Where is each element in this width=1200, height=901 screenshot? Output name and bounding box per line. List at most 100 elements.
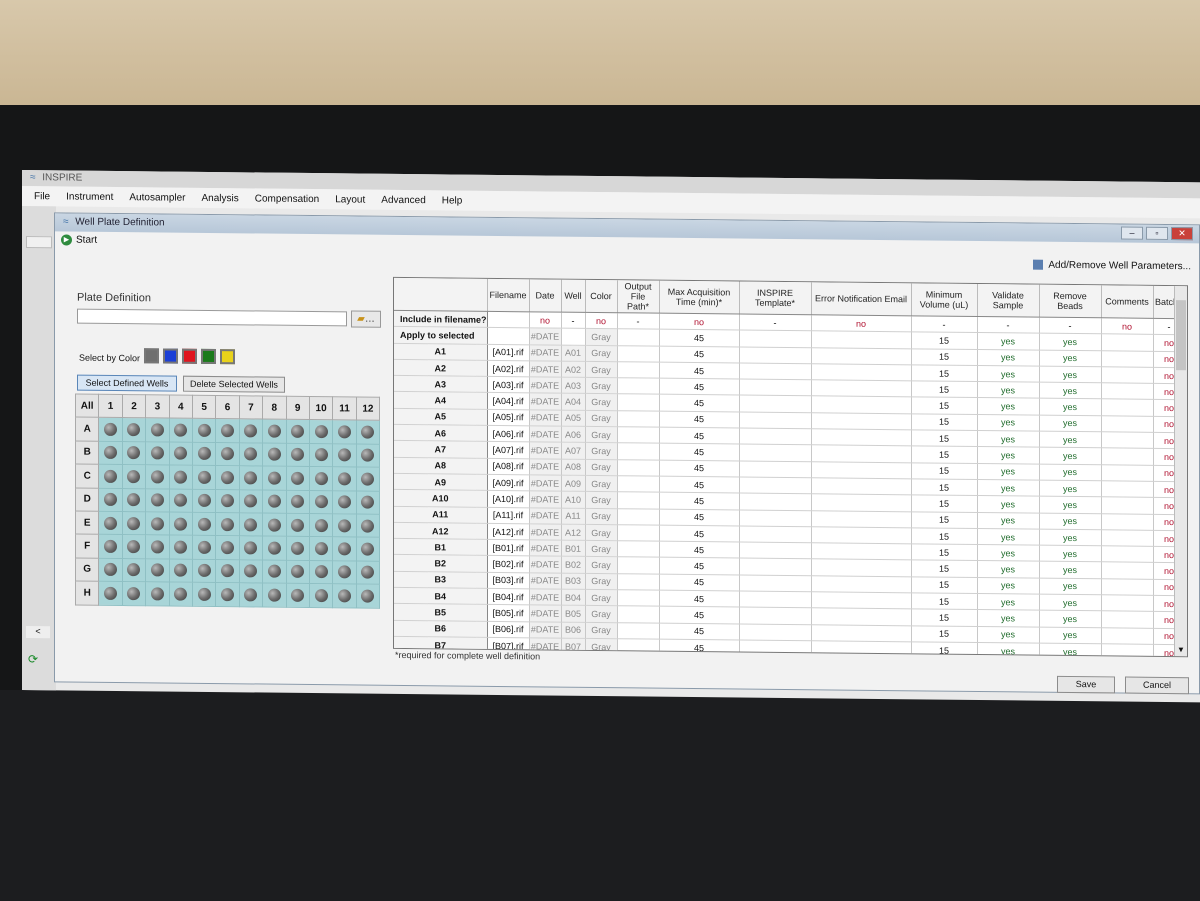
plate-row-header[interactable]: D: [75, 487, 99, 512]
grid-cell[interactable]: [A06].rif: [487, 425, 530, 443]
grid-cell[interactable]: yes: [977, 593, 1040, 611]
grid-cell[interactable]: A09: [561, 475, 586, 492]
grid-cell[interactable]: Gray: [585, 410, 618, 427]
grid-cell[interactable]: Gray: [585, 344, 618, 362]
grid-cell[interactable]: yes: [1039, 626, 1102, 644]
grid-cell[interactable]: 15: [911, 592, 978, 610]
plate-row-header[interactable]: B: [75, 440, 99, 465]
color-swatch[interactable]: [163, 348, 178, 364]
grid-cell[interactable]: no: [529, 311, 562, 329]
grid-cell[interactable]: -: [1039, 317, 1102, 335]
well-cell[interactable]: [122, 441, 146, 465]
well-cell[interactable]: [169, 418, 193, 443]
grid-cell[interactable]: -: [977, 316, 1040, 334]
grid-cell[interactable]: [811, 477, 912, 496]
grid-cell[interactable]: [811, 526, 912, 544]
start-play-icon[interactable]: ▶: [61, 233, 72, 246]
grid-cell[interactable]: yes: [1039, 561, 1102, 579]
minimize-icon[interactable]: –: [1121, 226, 1143, 240]
grid-cell[interactable]: [739, 362, 812, 380]
well-cell[interactable]: [145, 535, 170, 559]
grid-cell[interactable]: [811, 396, 912, 414]
grid-cell[interactable]: #DATE: [529, 409, 562, 427]
grid-cell[interactable]: yes: [1039, 333, 1102, 351]
grid-cell[interactable]: [811, 347, 912, 365]
grid-cell[interactable]: [1101, 594, 1154, 612]
grid-cell[interactable]: [1101, 464, 1154, 482]
start-button[interactable]: Start: [76, 234, 97, 245]
grid-cell[interactable]: 45: [659, 606, 740, 624]
grid-cell[interactable]: [617, 459, 660, 477]
well-cell[interactable]: [309, 443, 333, 467]
grid-cell[interactable]: [1101, 480, 1154, 498]
grid-cell[interactable]: [811, 640, 912, 658]
well-cell[interactable]: [332, 560, 357, 585]
well-cell[interactable]: [192, 535, 216, 560]
grid-cell[interactable]: 15: [911, 462, 978, 480]
grid-cell[interactable]: 15: [911, 511, 978, 529]
grid-cell[interactable]: 45: [659, 541, 740, 559]
well-cell[interactable]: [356, 537, 380, 561]
grid-cell[interactable]: yes: [977, 512, 1040, 530]
grid-cell[interactable]: [1101, 611, 1154, 628]
grid-cell[interactable]: [B06].rif: [487, 621, 530, 638]
plate-column-header[interactable]: 7: [239, 395, 263, 420]
plate-column-header[interactable]: 6: [215, 395, 240, 420]
grid-cell[interactable]: no: [811, 314, 912, 333]
column-header[interactable]: Error Notification Email: [811, 282, 912, 316]
grid-cell[interactable]: 15: [911, 625, 978, 643]
grid-cell[interactable]: [739, 428, 812, 446]
menu-item-compensation[interactable]: Compensation: [253, 193, 321, 205]
well-cell[interactable]: [262, 536, 287, 560]
grid-cell[interactable]: [811, 575, 912, 593]
grid-cell[interactable]: [739, 411, 812, 429]
grid-cell[interactable]: [811, 331, 912, 349]
grid-cell[interactable]: Gray: [585, 573, 618, 590]
well-cell[interactable]: [215, 512, 240, 537]
grid-cell[interactable]: [617, 622, 660, 640]
row-well-label[interactable]: A1: [394, 342, 488, 361]
grid-cell[interactable]: 15: [911, 397, 978, 415]
grid-cell[interactable]: 45: [659, 508, 740, 526]
color-swatch[interactable]: [220, 349, 235, 365]
grid-cell[interactable]: yes: [977, 349, 1040, 367]
menu-item-file[interactable]: File: [32, 191, 52, 202]
grid-cell[interactable]: A12: [561, 524, 586, 541]
grid-cell[interactable]: yes: [977, 381, 1040, 399]
well-cell[interactable]: [262, 512, 287, 537]
grid-cell[interactable]: Gray: [585, 442, 618, 460]
grid-cell[interactable]: [811, 412, 912, 430]
menu-item-autosampler[interactable]: Autosampler: [127, 192, 187, 204]
grid-cell[interactable]: #DATE: [529, 474, 562, 492]
well-cell[interactable]: [332, 537, 357, 561]
grid-cell[interactable]: [617, 638, 660, 656]
grid-cell[interactable]: [1101, 350, 1154, 368]
row-well-label[interactable]: A8: [394, 457, 488, 475]
well-cell[interactable]: [286, 466, 310, 491]
plate-row-header[interactable]: H: [75, 581, 99, 605]
well-cell[interactable]: [192, 418, 216, 443]
grid-cell[interactable]: no: [585, 312, 618, 330]
grid-cell[interactable]: 15: [911, 495, 978, 513]
column-header[interactable]: Well: [561, 279, 586, 313]
grid-cell[interactable]: [A09].rif: [487, 474, 530, 492]
grid-cell[interactable]: A08: [561, 458, 586, 476]
grid-cell[interactable]: 15: [911, 560, 978, 578]
well-cell[interactable]: [309, 419, 333, 444]
well-cell[interactable]: [309, 513, 333, 538]
refresh-icon[interactable]: ⟳: [28, 652, 42, 666]
grid-cell[interactable]: yes: [977, 463, 1040, 481]
well-cell[interactable]: [239, 512, 263, 537]
grid-cell[interactable]: yes: [1039, 512, 1102, 530]
grid-cell[interactable]: yes: [1039, 529, 1102, 546]
well-cell[interactable]: [145, 511, 170, 536]
well-cell[interactable]: [239, 419, 263, 443]
grid-cell[interactable]: A10: [561, 491, 586, 508]
well-cell[interactable]: [215, 535, 240, 560]
well-cell[interactable]: [98, 441, 123, 465]
well-cell[interactable]: [98, 534, 123, 559]
column-header[interactable]: Output File Path*: [617, 280, 660, 314]
row-well-label[interactable]: A5: [394, 408, 488, 426]
select-defined-wells-button[interactable]: Select Defined Wells: [77, 374, 177, 392]
color-swatch[interactable]: [144, 348, 159, 364]
